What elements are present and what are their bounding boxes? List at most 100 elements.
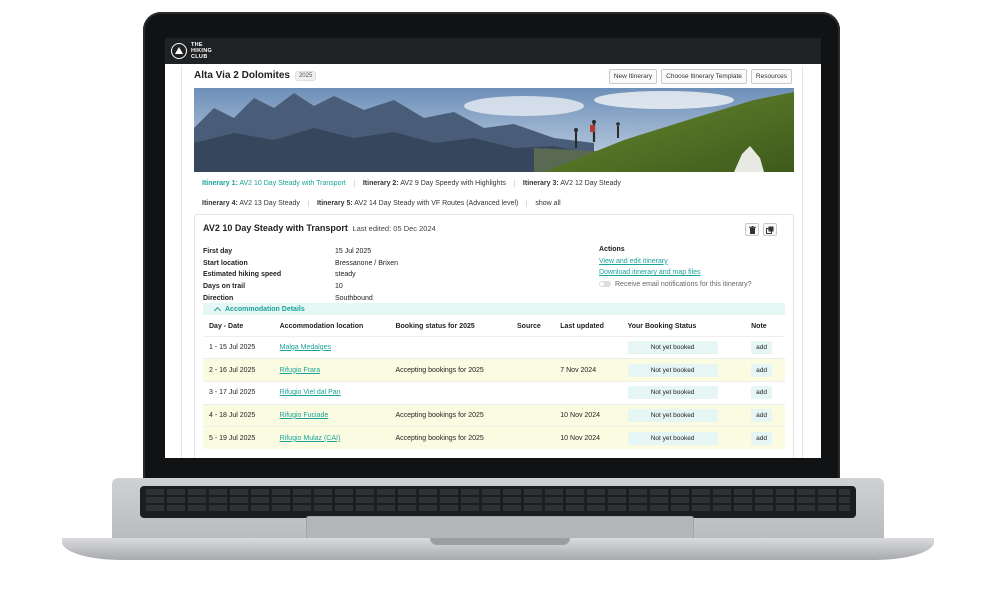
status-cell: Not yet booked <box>621 335 746 359</box>
your-booking-status-button[interactable]: Not yet booked <box>627 363 718 377</box>
table-row: 5 - 19 Jul 2025 Rifugio Mulaz (CAI) Acce… <box>203 426 785 450</box>
note-cell: add <box>745 426 785 450</box>
note-cell: add <box>745 380 785 405</box>
source <box>511 335 555 359</box>
logo-text: THE HIKING CLUB <box>191 42 213 60</box>
duplicate-button[interactable] <box>763 223 777 236</box>
tab-itinerary-4[interactable]: Itinerary 4: AV2 13 Day Steady <box>202 200 309 207</box>
your-booking-status-button[interactable]: Not yet booked <box>627 431 718 445</box>
last-updated: 7 Nov 2024 <box>554 358 622 382</box>
column-header: Booking status for 2025 <box>395 323 475 331</box>
email-notification-row: Receive email notifications for this iti… <box>599 281 752 288</box>
your-booking-status-button[interactable]: Not yet booked <box>627 340 718 354</box>
tab-itinerary-2[interactable]: Itinerary 2: AV2 9 Day Speedy with Highl… <box>363 180 515 187</box>
booking-status <box>389 380 511 405</box>
location-cell: Rifugio Mulaz (CAI) <box>273 426 390 450</box>
status-cell: Not yet booked <box>621 403 746 427</box>
location-cell: Rifugio Viel dal Pan <box>273 380 390 405</box>
itinerary-details: First day 15 Jul 2025 Start location Bress… <box>203 246 398 304</box>
last-updated <box>554 380 622 405</box>
detail-label: First day <box>203 248 233 256</box>
booking-status: Accepting bookings for 2025 <box>389 403 511 427</box>
last-updated <box>554 335 622 359</box>
tab-prefix: Itinerary 1: <box>202 180 238 187</box>
detail-row: Days on trail 10 <box>203 281 398 293</box>
day-date: 3 - 17 Jul 2025 <box>203 380 274 405</box>
header-buttons: New Itinerary Choose Itinerary Template … <box>608 69 792 84</box>
top-nav-bar: THE HIKING CLUB <box>165 38 821 64</box>
site-logo[interactable]: THE HIKING CLUB <box>171 42 212 60</box>
detail-value: Bressanone / Brixen <box>335 259 399 267</box>
last-updated: 10 Nov 2024 <box>554 426 622 450</box>
tab-label: AV2 13 Day Steady <box>239 200 300 207</box>
tab-label: AV2 9 Day Speedy with Highlights <box>400 180 506 187</box>
detail-label: Estimated hiking speed <box>203 271 282 279</box>
location-cell: Malga Medalges <box>273 335 390 359</box>
add-note-button[interactable]: add <box>751 431 772 445</box>
accommodation-link[interactable]: Rifugio Mulaz (CAI) <box>280 435 341 442</box>
location-cell: Rifugio Fuciade <box>273 403 390 427</box>
detail-value: 10 <box>335 283 343 291</box>
table-row: 2 - 16 Jul 2025 Rifugio Frara Accepting … <box>203 358 785 382</box>
add-note-button[interactable]: add <box>751 386 772 400</box>
column-header: Source <box>517 323 541 331</box>
add-note-button[interactable]: add <box>751 340 772 354</box>
column-header: Your Booking Status <box>627 323 697 331</box>
new-itinerary-button[interactable]: New Itinerary <box>608 69 658 84</box>
year-badge: 2025 <box>294 70 317 81</box>
table-header-row: Day - Date Accommodation location Bookin… <box>203 318 785 336</box>
page-header: Alta Via 2 Dolomites 2025 <box>194 70 317 81</box>
status-cell: Not yet booked <box>621 358 746 382</box>
detail-row: Estimated hiking speed steady <box>203 269 398 281</box>
table-row: 1 - 15 Jul 2025 Malga Medalges Not yet b… <box>203 335 785 359</box>
your-booking-status-button[interactable]: Not yet booked <box>627 386 718 400</box>
source <box>511 358 555 382</box>
itinerary-tabs-row-2: Itinerary 4: AV2 13 Day Steady Itinerary… <box>202 200 561 207</box>
key-row <box>146 497 850 503</box>
accommodation-section-toggle[interactable]: Accommodation Details <box>203 303 785 315</box>
email-notification-toggle[interactable] <box>599 281 611 288</box>
detail-label: Direction <box>203 294 234 302</box>
accommodation-link[interactable]: Rifugio Viel dal Pan <box>280 389 341 396</box>
detail-label: Start location <box>203 259 248 267</box>
your-booking-status-button[interactable]: Not yet booked <box>627 408 718 422</box>
day-date: 1 - 15 Jul 2025 <box>203 335 274 359</box>
tab-label: AV2 14 Day Steady with VF Routes (Advanc… <box>354 200 519 207</box>
email-notification-label: Receive email notifications for this iti… <box>615 280 752 288</box>
resources-button[interactable]: Resources <box>750 69 792 84</box>
note-cell: add <box>745 335 785 359</box>
itinerary-title: AV2 10 Day Steady with Transport Last ed… <box>203 223 436 233</box>
itinerary-tabs-row-1: Itinerary 1: AV2 10 Day Steady with Tran… <box>202 180 637 187</box>
detail-value: Southbound <box>335 294 373 302</box>
show-all-link[interactable]: show all <box>535 200 560 207</box>
detail-value: steady <box>335 271 356 279</box>
tab-itinerary-5[interactable]: Itinerary 5: AV2 14 Day Steady with VF R… <box>317 200 528 207</box>
delete-button[interactable] <box>745 223 759 236</box>
tab-prefix: Itinerary 3: <box>522 180 559 187</box>
add-note-button[interactable]: add <box>751 363 772 377</box>
accommodation-table: Day - Date Accommodation location Bookin… <box>203 318 785 450</box>
tab-label: AV2 10 Day Steady with Transport <box>239 180 346 187</box>
download-itinerary-link[interactable]: Download itinerary and map files <box>599 269 752 281</box>
table-row: 3 - 17 Jul 2025 Rifugio Viel dal Pan Not… <box>203 380 785 405</box>
detail-row: Start location Bressanone / Brixen <box>203 258 398 270</box>
day-date: 5 - 19 Jul 2025 <box>203 426 274 450</box>
accommodation-link[interactable]: Rifugio Fuciade <box>280 412 329 419</box>
copy-icon <box>766 226 774 234</box>
source <box>511 380 555 405</box>
view-edit-itinerary-link[interactable]: View and edit itinerary <box>599 258 752 270</box>
last-updated: 10 Nov 2024 <box>554 403 622 427</box>
laptop-mockup: THE HIKING CLUB Alta Via 2 Dolomites 202… <box>0 0 1000 600</box>
add-note-button[interactable]: add <box>751 408 772 422</box>
column-header: Note <box>751 323 767 331</box>
tab-prefix: Itinerary 2: <box>362 180 399 187</box>
choose-template-button[interactable]: Choose Itinerary Template <box>661 69 747 84</box>
accommodation-link[interactable]: Rifugio Frara <box>280 367 320 374</box>
itinerary-card: AV2 10 Day Steady with Transport Last ed… <box>194 214 794 458</box>
accommodation-link[interactable]: Malga Medalges <box>280 344 331 351</box>
tab-itinerary-3[interactable]: Itinerary 3: AV2 12 Day Steady <box>523 180 629 187</box>
status-cell: Not yet booked <box>621 380 746 405</box>
column-header: Last updated <box>560 323 604 331</box>
status-cell: Not yet booked <box>621 426 746 450</box>
tab-itinerary-1[interactable]: Itinerary 1: AV2 10 Day Steady with Tran… <box>202 180 355 187</box>
